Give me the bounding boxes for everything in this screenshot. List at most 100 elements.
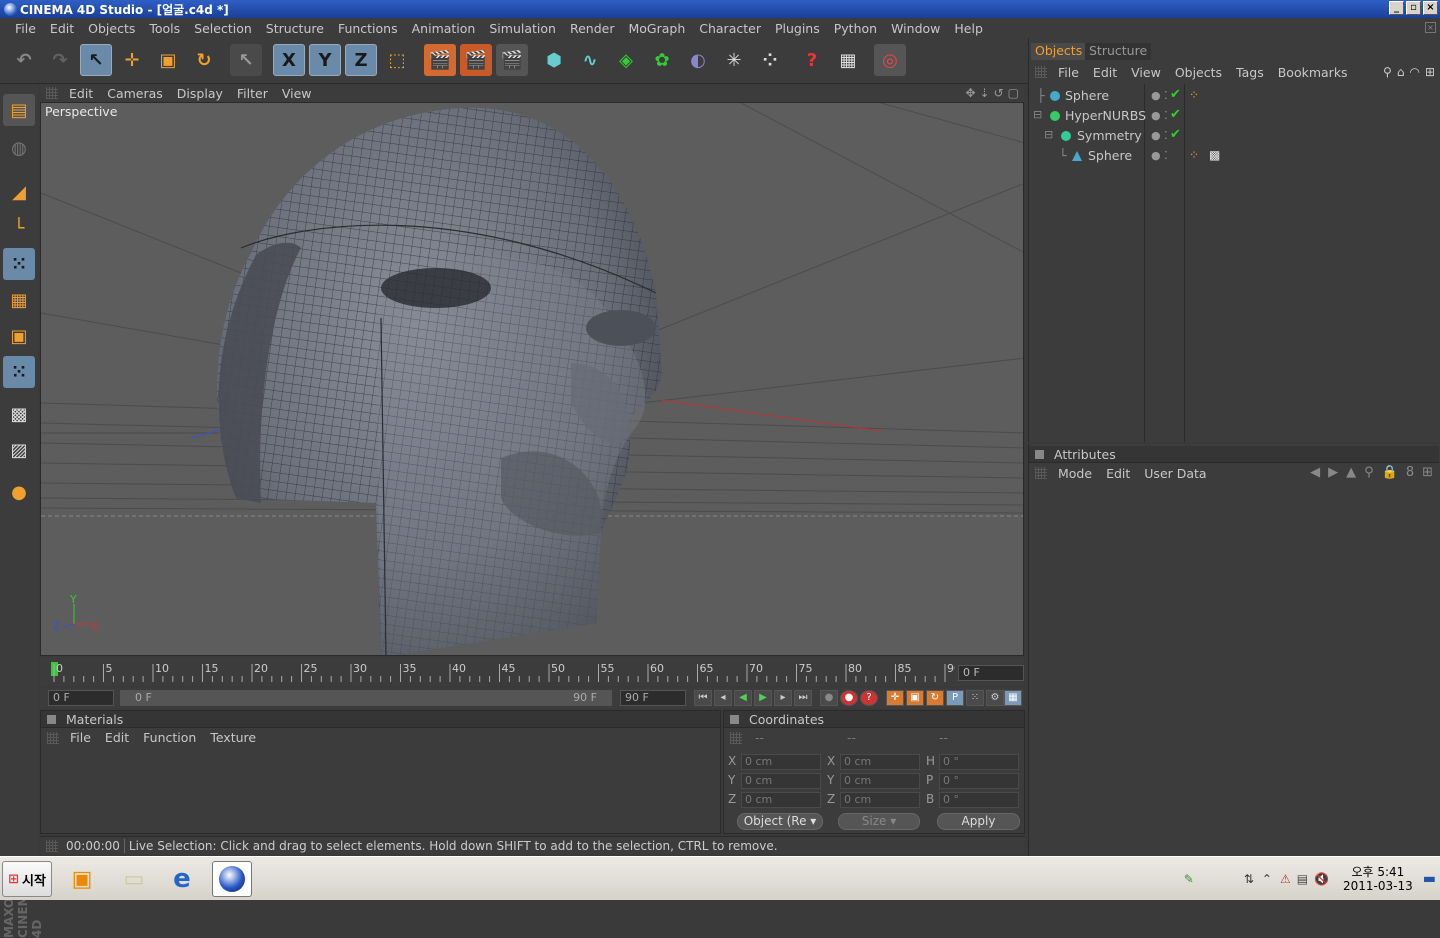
- visibility-dots-icon[interactable]: ● ⁚: [1151, 89, 1168, 102]
- viewport-menu-edit[interactable]: Edit: [62, 86, 100, 101]
- cube-primitive-icon[interactable]: ⬢: [538, 44, 570, 76]
- z-axis-lock-button[interactable]: Z: [345, 44, 377, 76]
- menu-render[interactable]: Render: [563, 21, 622, 36]
- key-mode-icon[interactable]: ⚙: [986, 690, 1004, 706]
- particle-icon[interactable]: ⁘: [754, 44, 786, 76]
- viewport-menu-view[interactable]: View: [275, 86, 319, 101]
- new-window-icon[interactable]: ⊞: [1422, 465, 1433, 480]
- enabled-check-icon[interactable]: ✔: [1170, 127, 1181, 142]
- apply-button[interactable]: Apply: [937, 813, 1020, 830]
- key-points-icon[interactable]: ⁙: [966, 690, 984, 706]
- coordinate-system-icon[interactable]: ⬚: [381, 44, 413, 76]
- objects-menu-view[interactable]: View: [1124, 65, 1168, 80]
- network-status-icon[interactable]: ✎: [1184, 872, 1194, 886]
- size-y-field[interactable]: 0 cm: [840, 773, 920, 789]
- attributes-menu-edit[interactable]: Edit: [1099, 466, 1137, 481]
- current-frame-field[interactable]: 0 F: [958, 665, 1024, 681]
- input-method-icon[interactable]: ⇅: [1244, 872, 1254, 886]
- enabled-check-icon[interactable]: ✔: [1170, 107, 1181, 122]
- nurbs-icon[interactable]: ◈: [610, 44, 642, 76]
- model-mode-icon[interactable]: ◢: [3, 176, 35, 208]
- materials-menu-file[interactable]: File: [63, 730, 98, 745]
- objects-menu-file[interactable]: File: [1051, 65, 1086, 80]
- menu-structure[interactable]: Structure: [259, 21, 331, 36]
- network-icon[interactable]: ▤: [1297, 872, 1308, 886]
- timeline-window-icon[interactable]: ▦: [1004, 690, 1022, 706]
- coordinate-mode-dropdown[interactable]: Object (Re ▾: [737, 813, 823, 830]
- rotation-h-field[interactable]: 0 °: [939, 754, 1019, 770]
- search-icon[interactable]: ⚲: [1383, 65, 1392, 79]
- range-slider[interactable]: 0 F 90 F: [120, 690, 612, 706]
- visibility-dots-icon[interactable]: ● ⁚: [1151, 109, 1168, 122]
- rotation-p-field[interactable]: 0 °: [939, 773, 1019, 789]
- maximize-view-icon[interactable]: ▢: [1008, 86, 1019, 100]
- last-tool-icon[interactable]: ↖: [230, 44, 262, 76]
- menu-file[interactable]: File: [8, 21, 43, 36]
- menu-mograph[interactable]: MoGraph: [621, 21, 692, 36]
- volume-muted-icon[interactable]: 🔇: [1314, 872, 1329, 886]
- position-z-field[interactable]: 0 cm: [741, 792, 821, 808]
- menu-edit[interactable]: Edit: [43, 21, 81, 36]
- object-axis-icon[interactable]: └: [3, 212, 35, 244]
- goto-end-icon[interactable]: ⏭: [794, 690, 812, 706]
- search-icon[interactable]: ⚲: [1364, 465, 1374, 480]
- enabled-check-icon[interactable]: ✔: [1170, 87, 1181, 102]
- head-mesh[interactable]: [217, 107, 662, 656]
- eye-icon[interactable]: ◠: [1409, 65, 1419, 79]
- phong-tag-icon[interactable]: ⁘: [1189, 88, 1199, 102]
- points-mode-icon[interactable]: ⁙: [3, 248, 35, 280]
- tweak-mode-icon[interactable]: ⁙: [3, 356, 35, 388]
- tree-row-symmetry[interactable]: ⊟ Symmetry ● ⁚ ✔: [1031, 126, 1437, 146]
- collapse-icon[interactable]: ⊟: [1044, 128, 1053, 141]
- materials-menu-edit[interactable]: Edit: [98, 730, 136, 745]
- texture-tag-icon[interactable]: ▩: [1209, 148, 1220, 162]
- folder-icon[interactable]: ▭: [114, 861, 154, 897]
- menu-simulation[interactable]: Simulation: [482, 21, 563, 36]
- render-view-icon[interactable]: 🎬: [424, 44, 456, 76]
- menu-character[interactable]: Character: [692, 21, 768, 36]
- render-settings-icon[interactable]: ◎: [874, 44, 906, 76]
- forward-arrow-icon[interactable]: ▶: [1328, 465, 1338, 480]
- collapse-icon[interactable]: ⊟: [1033, 108, 1042, 121]
- attributes-menu-user-data[interactable]: User Data: [1137, 466, 1213, 481]
- play-backward-icon[interactable]: ◀: [734, 690, 752, 706]
- undo-icon[interactable]: ↶: [8, 44, 40, 76]
- visibility-dots-icon[interactable]: ● ⁚: [1151, 149, 1168, 162]
- key-param-icon[interactable]: P: [946, 690, 964, 706]
- rotate-view-icon[interactable]: ↺: [994, 86, 1004, 100]
- play-forward-icon[interactable]: ▶: [754, 690, 772, 706]
- rotation-b-field[interactable]: 0 °: [939, 792, 1019, 808]
- scale-icon[interactable]: ▣: [152, 44, 184, 76]
- deformer-icon[interactable]: ◐: [682, 44, 714, 76]
- position-y-field[interactable]: 0 cm: [741, 773, 821, 789]
- size-z-field[interactable]: 0 cm: [840, 792, 920, 808]
- visibility-dots-icon[interactable]: ● ⁚: [1151, 129, 1168, 142]
- scene-icon[interactable]: ✳: [718, 44, 750, 76]
- texture-axis-icon[interactable]: ▨: [3, 434, 35, 466]
- show-desktop-icon[interactable]: ▬: [1423, 871, 1436, 887]
- menu-functions[interactable]: Functions: [331, 21, 405, 36]
- show-hidden-icons[interactable]: ⌃: [1262, 872, 1272, 886]
- clock[interactable]: 오후 5:41 2011-03-13: [1343, 865, 1413, 893]
- auto-key-icon[interactable]: ?: [860, 690, 878, 706]
- minimize-button[interactable]: _: [1389, 1, 1404, 15]
- timeline-ruler[interactable]: 0 5 10 15 20 25 30 35 40 45 50 55 60 65 70 75 80 85 90 0 F: [40, 658, 1024, 686]
- zoom-view-icon[interactable]: ⇣: [980, 86, 990, 100]
- tab-structure[interactable]: Structure: [1085, 43, 1152, 60]
- render-to-picture-viewer-icon[interactable]: 🎬: [496, 44, 528, 76]
- tree-row-sphere-child[interactable]: └ Sphere ● ⁚ ⁘ ▩: [1031, 146, 1437, 166]
- menu-selection[interactable]: Selection: [187, 21, 259, 36]
- start-button[interactable]: ⊞ 시작: [2, 861, 52, 897]
- home-icon[interactable]: ⌂: [1397, 65, 1405, 79]
- materials-menu-texture[interactable]: Texture: [203, 730, 263, 745]
- record-disabled-icon[interactable]: ●: [820, 690, 838, 706]
- key-rotation-icon[interactable]: ↻: [926, 690, 944, 706]
- internet-explorer-icon[interactable]: e: [162, 861, 202, 897]
- perspective-viewport[interactable]: Y Z X Perspective: [40, 102, 1024, 656]
- goto-start-icon[interactable]: ⏮: [694, 690, 712, 706]
- objects-menu-edit[interactable]: Edit: [1086, 65, 1124, 80]
- phong-tag-icon[interactable]: ⁘: [1189, 148, 1199, 162]
- spline-icon[interactable]: ∿: [574, 44, 606, 76]
- next-key-icon[interactable]: ▸: [774, 690, 792, 706]
- menu-plugins[interactable]: Plugins: [768, 21, 827, 36]
